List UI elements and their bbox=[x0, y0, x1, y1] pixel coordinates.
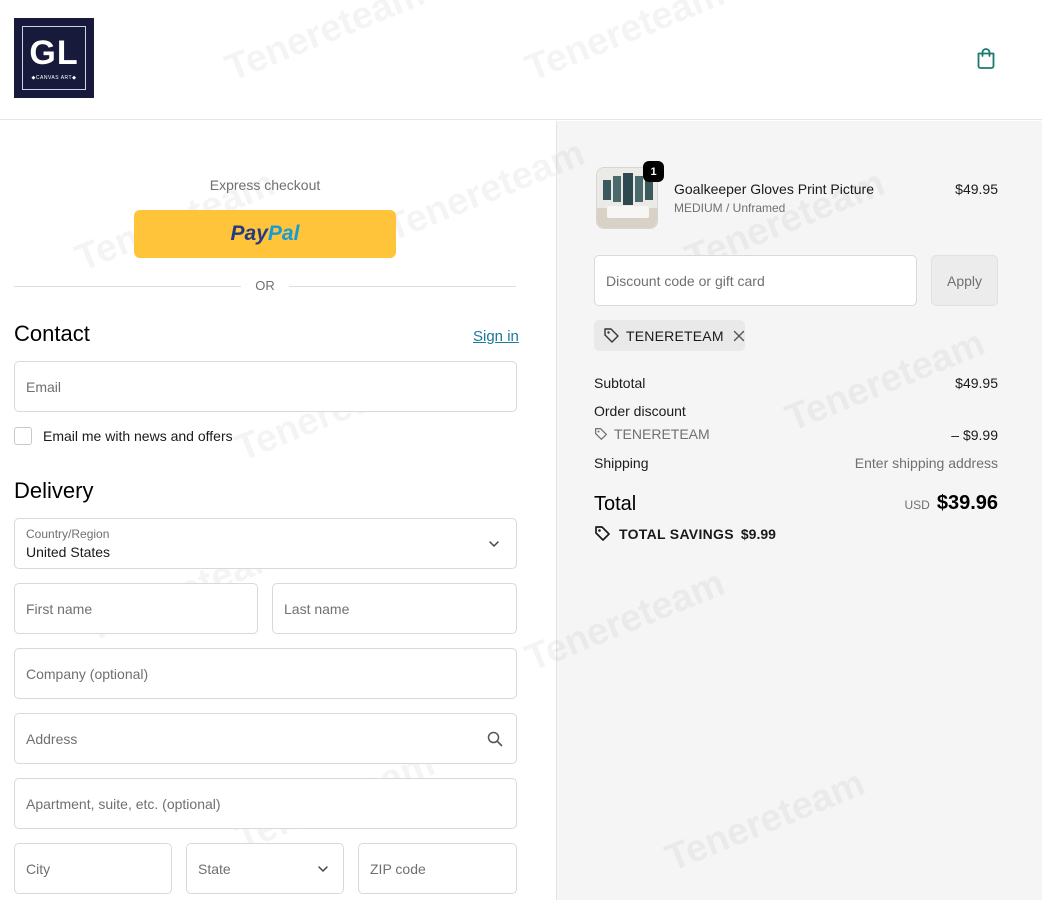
total-label: Total bbox=[594, 493, 637, 515]
applied-discount-code: TENERETEAM bbox=[626, 327, 724, 344]
first-name-field[interactable] bbox=[14, 583, 258, 634]
apply-discount-button[interactable]: Apply bbox=[931, 255, 998, 306]
tag-icon bbox=[595, 428, 607, 440]
header: GL ◆CANVAS ART◆ bbox=[0, 0, 1042, 120]
paypal-button[interactable]: Pay Pal bbox=[134, 210, 396, 258]
search-icon[interactable] bbox=[487, 731, 503, 747]
or-label: OR bbox=[255, 278, 275, 293]
zip-input[interactable] bbox=[370, 844, 505, 893]
savings-tag-icon bbox=[595, 526, 610, 541]
company-input[interactable] bbox=[26, 649, 505, 698]
order-discount-code: TENERETEAM bbox=[614, 426, 710, 442]
paypal-logo-pay: Pay bbox=[230, 222, 268, 245]
country-value: United States bbox=[26, 544, 111, 560]
newsletter-checkbox[interactable] bbox=[14, 427, 32, 445]
express-checkout-label: Express checkout bbox=[209, 177, 321, 193]
total-amount: USD $39.96 bbox=[904, 492, 998, 515]
or-divider: OR bbox=[14, 276, 516, 296]
shipping-label: Shipping bbox=[594, 455, 649, 471]
product-price: $49.95 bbox=[955, 181, 998, 197]
country-label: Country/Region bbox=[26, 527, 110, 541]
discount-code-field[interactable] bbox=[594, 255, 917, 306]
order-discount-label: Order discount bbox=[594, 403, 686, 419]
product-variant: MEDIUM / Unframed bbox=[674, 201, 786, 215]
cart-button[interactable] bbox=[972, 44, 1000, 72]
remove-discount-button[interactable] bbox=[733, 330, 745, 342]
sign-in-link[interactable]: Sign in bbox=[473, 328, 519, 345]
tag-icon bbox=[604, 328, 619, 343]
first-name-input[interactable] bbox=[26, 584, 246, 633]
apartment-input[interactable] bbox=[26, 779, 505, 828]
shipping-value: Enter shipping address bbox=[854, 455, 998, 471]
order-discount-value: – $9.99 bbox=[951, 427, 998, 443]
last-name-field[interactable] bbox=[272, 583, 517, 634]
logo-frame: GL ◆CANVAS ART◆ bbox=[22, 26, 86, 90]
applied-discount-chip: TENERETEAM bbox=[594, 320, 745, 351]
contact-heading: Contact bbox=[14, 321, 90, 346]
total-savings: TOTAL SAVINGS $9.99 bbox=[594, 525, 776, 542]
state-placeholder: State bbox=[198, 860, 231, 877]
total-savings-label: TOTAL SAVINGS bbox=[619, 525, 734, 542]
logo-subtext: ◆CANVAS ART◆ bbox=[31, 75, 77, 81]
zip-field[interactable] bbox=[358, 843, 517, 894]
address-input[interactable] bbox=[26, 714, 505, 763]
last-name-input[interactable] bbox=[284, 584, 505, 633]
email-input[interactable] bbox=[26, 362, 505, 411]
address-field[interactable] bbox=[14, 713, 517, 764]
chevron-down-icon bbox=[318, 865, 328, 872]
state-select[interactable]: State bbox=[186, 843, 344, 894]
country-select[interactable]: Country/Region United States bbox=[14, 518, 517, 569]
delivery-heading: Delivery bbox=[14, 478, 94, 503]
product-name: Goalkeeper Gloves Print Picture bbox=[674, 181, 874, 197]
chevron-down-icon bbox=[489, 540, 499, 547]
store-logo[interactable]: GL ◆CANVAS ART◆ bbox=[14, 18, 94, 98]
newsletter-label: Email me with news and offers bbox=[43, 428, 233, 444]
email-field[interactable] bbox=[14, 361, 517, 412]
city-input[interactable] bbox=[26, 844, 160, 893]
paypal-logo-pal: Pal bbox=[267, 222, 300, 245]
subtotal-value: $49.95 bbox=[955, 375, 998, 391]
subtotal-label: Subtotal bbox=[594, 375, 646, 391]
shopping-bag-icon bbox=[977, 48, 995, 69]
order-discount-code-row: TENERETEAM bbox=[594, 426, 710, 442]
discount-code-input[interactable] bbox=[606, 256, 905, 305]
total-currency: USD bbox=[904, 498, 930, 512]
quantity-badge: 1 bbox=[643, 161, 664, 182]
apartment-field[interactable] bbox=[14, 778, 517, 829]
company-field[interactable] bbox=[14, 648, 517, 699]
total-savings-value: $9.99 bbox=[740, 525, 776, 542]
total-value: $39.96 bbox=[936, 492, 998, 514]
logo-text: GL bbox=[29, 34, 79, 72]
city-field[interactable] bbox=[14, 843, 172, 894]
close-icon bbox=[733, 330, 744, 341]
